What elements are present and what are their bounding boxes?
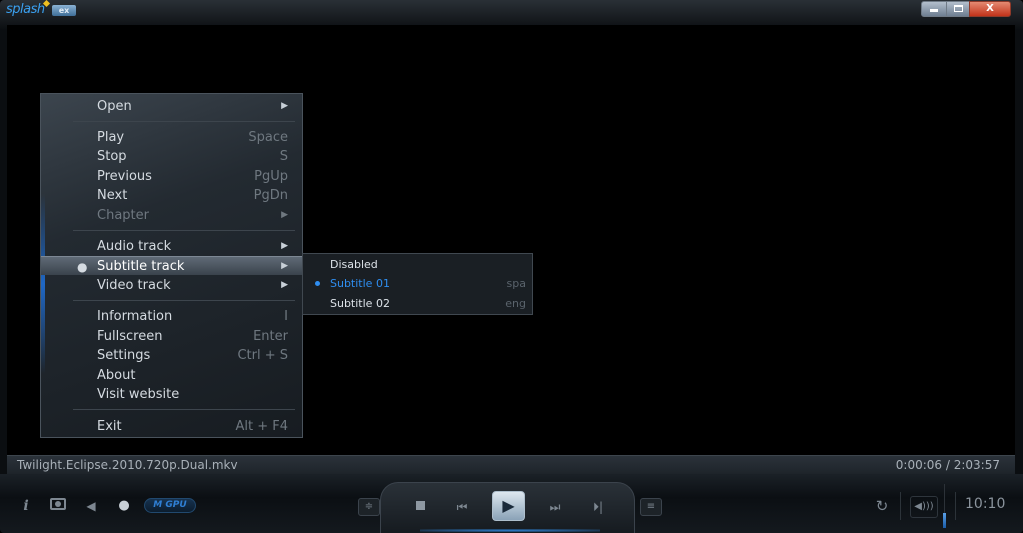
status-bar: Twilight.Eclipse.2010.720p.Dual.mkv 0:00… [7, 455, 1015, 474]
close-icon: X [986, 3, 994, 14]
chevron-right-icon: ▶ [281, 210, 288, 220]
playback-time: 0:00:06 / 2:03:57 [895, 458, 1000, 472]
next-button[interactable]: ⏭ [543, 497, 567, 517]
menu-item-next[interactable]: Next PgDn [41, 186, 304, 205]
previous-button[interactable]: ⏮ [450, 497, 474, 517]
menu-item-play[interactable]: Play Space [41, 128, 304, 147]
submenu-item-disabled[interactable]: Disabled [303, 255, 534, 274]
maximize-icon [953, 5, 963, 12]
submenu-item-subtitle-02[interactable]: Subtitle 02 eng [303, 294, 534, 313]
divider [955, 492, 956, 520]
shortcut: PgDn [253, 188, 288, 203]
close-button[interactable]: X [969, 1, 1011, 17]
shortcut: Ctrl + S [237, 348, 288, 363]
shortcut: Space [248, 130, 288, 145]
menu-item-about[interactable]: About [41, 366, 304, 385]
transport-glow [420, 529, 600, 532]
control-bar: i ◀ ● M GPU ≑ ⏮ ▶ ⏭ ⏵| ≡ ↻ ◀))) 10:10 [0, 474, 1023, 533]
menu-separator [73, 121, 295, 122]
file-name: Twilight.Eclipse.2010.720p.Dual.mkv [17, 458, 238, 472]
speech-bubble-icon: ● [77, 260, 88, 274]
minimize-icon [930, 9, 938, 12]
menu-item-settings[interactable]: Settings Ctrl + S [41, 346, 304, 365]
shortcut: S [279, 149, 288, 164]
minimize-button[interactable] [921, 1, 947, 17]
menu-item-information[interactable]: Information I [41, 307, 304, 326]
menu-separator [73, 300, 295, 301]
chevron-right-icon: ▶ [281, 241, 288, 251]
chevron-right-icon: ▶ [281, 280, 288, 290]
divider [900, 492, 901, 520]
info-icon[interactable]: i [19, 496, 33, 516]
submenu-item-subtitle-01[interactable]: Subtitle 01 spa [303, 274, 534, 293]
menu-item-subtitle-track[interactable]: ● Subtitle track ▶ [41, 256, 304, 275]
chevron-right-icon: ▶ [281, 261, 288, 271]
menu-item-audio-track[interactable]: Audio track ▶ [41, 237, 304, 256]
volume-icon[interactable]: ◀))) [910, 496, 938, 518]
repeat-icon[interactable]: ↻ [872, 496, 892, 516]
language-code: spa [506, 277, 526, 290]
playlist-icon[interactable]: ≡ [640, 498, 662, 516]
volume-fill [943, 512, 946, 528]
title-bar[interactable]: splash ex X [0, 0, 1023, 22]
gpu-badge[interactable]: M GPU [144, 498, 196, 513]
clock: 10:10 [965, 496, 1006, 512]
menu-item-chapter: Chapter ▶ [97, 208, 288, 223]
shortcut: I [284, 309, 288, 324]
volume-slider[interactable] [941, 484, 948, 528]
logo-badge: ex [52, 5, 76, 16]
menu-item-fullscreen[interactable]: Fullscreen Enter [41, 327, 304, 346]
chevron-right-icon: ▶ [281, 101, 288, 111]
selected-radio-icon [315, 281, 320, 286]
app-logo: splash [6, 2, 45, 17]
menu-item-stop[interactable]: Stop S [41, 147, 304, 166]
menu-item-video-track[interactable]: Video track ▶ [41, 276, 304, 295]
menu-separator [73, 409, 295, 410]
menu-item-open[interactable]: Open ▶ [41, 97, 304, 116]
shortcut: Enter [253, 329, 288, 344]
equalizer-icon[interactable]: ≑ [358, 498, 380, 516]
menu-item-visit-website[interactable]: Visit website [41, 385, 304, 404]
subtitle-submenu: Disabled Subtitle 01 spa Subtitle 02 eng [302, 253, 533, 315]
speech-bubble-icon[interactable]: ● [116, 496, 132, 516]
menu-separator [73, 230, 295, 231]
frame-step-button[interactable]: ⏵| [586, 497, 610, 517]
language-code: eng [505, 297, 526, 310]
camera-icon[interactable] [50, 498, 66, 510]
menu-item-previous[interactable]: Previous PgUp [41, 167, 304, 186]
stop-button[interactable] [414, 498, 428, 512]
shortcut: Alt + F4 [235, 419, 288, 434]
shortcut: PgUp [254, 169, 288, 184]
menu-item-exit[interactable]: Exit Alt + F4 [41, 417, 304, 436]
context-menu: Open ▶ Play Space Stop S Previous PgUp N… [40, 93, 304, 438]
player-window: splash ex X Twilight.Eclipse.2010.720p.D… [0, 0, 1023, 533]
speaker-icon[interactable]: ◀ [84, 496, 98, 516]
play-button[interactable]: ▶ [492, 491, 525, 521]
maximize-button[interactable] [946, 1, 970, 17]
